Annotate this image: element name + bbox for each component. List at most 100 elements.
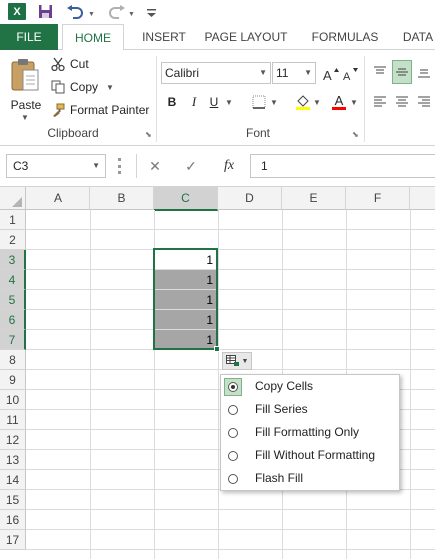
align-left-button[interactable] [372,92,388,112]
tab-formulas[interactable]: FORMULAS [305,24,385,50]
row-header-17[interactable]: 17 [0,530,26,550]
borders-button[interactable] [251,92,267,112]
row-header-10[interactable]: 10 [0,390,26,410]
borders-dropdown-icon[interactable]: ▼ [270,92,278,112]
middle-align-button[interactable] [392,60,412,84]
row-header-12[interactable]: 12 [0,430,26,450]
select-all-button[interactable] [0,187,26,210]
cut-button[interactable]: Cut [50,54,89,74]
cell-c7[interactable]: 1 [155,330,217,349]
paste-dropdown-icon[interactable]: ▼ [21,113,29,122]
row-header-6[interactable]: 6 [0,310,26,330]
column-header-f[interactable]: F [346,187,410,210]
menu-item-label: Fill Without Formatting [255,448,376,462]
row-header-9[interactable]: 9 [0,370,26,390]
undo-dropdown-icon[interactable]: ▼ [88,6,95,23]
customize-icon[interactable] [146,4,156,21]
font-name-value: Calibri [165,66,200,80]
radio-copy-cells[interactable] [224,378,242,396]
column-header-c[interactable]: C [154,187,218,211]
column-header-e[interactable]: E [282,187,346,210]
underline-button[interactable]: U [206,92,222,112]
insert-function-icon[interactable]: fx [218,156,240,176]
name-box-dropdown-icon[interactable]: ▼ [92,155,100,177]
enter-icon[interactable]: ✓ [182,156,200,176]
grow-font-button[interactable]: A [322,64,340,84]
row-header-13[interactable]: 13 [0,450,26,470]
menu-item-flash-fill[interactable]: Flash Fill [221,468,399,490]
font-name-dropdown-icon[interactable]: ▼ [259,63,267,83]
tab-data[interactable]: DATA [393,24,435,50]
undo-icon[interactable] [66,3,84,20]
paste-button[interactable]: Paste ▼ [4,56,48,122]
gridline [26,329,435,330]
menu-item-fill-series[interactable]: Fill Series [221,399,399,421]
row-header-15[interactable]: 15 [0,490,26,510]
bottom-align-button[interactable] [416,62,432,82]
format-painter-icon [50,102,66,118]
italic-button[interactable]: I [186,92,202,112]
copy-button[interactable]: Copy ▼ [50,77,114,97]
font-size-combo[interactable]: 11 ▼ [272,62,316,84]
cell-c4[interactable]: 1 [155,270,217,289]
row-header-3[interactable]: 3 [0,250,26,270]
cancel-icon[interactable]: ✕ [146,156,164,176]
clipboard-launcher-icon[interactable]: ⬊ [145,130,152,139]
row-header-11[interactable]: 11 [0,410,26,430]
font-color-dropdown-icon[interactable]: ▼ [350,92,358,112]
fill-color-dropdown-icon[interactable]: ▼ [313,92,321,112]
cell-c5[interactable]: 1 [155,290,217,309]
row-header-8[interactable]: 8 [0,350,26,370]
redo-dropdown-icon[interactable]: ▼ [128,6,135,23]
save-icon[interactable] [38,3,53,20]
tab-home[interactable]: HOME [62,24,124,51]
column-header-b[interactable]: B [90,187,154,210]
underline-dropdown-icon[interactable]: ▼ [225,92,233,112]
font-size-dropdown-icon[interactable]: ▼ [304,63,312,83]
tab-page-layout[interactable]: PAGE LAYOUT [198,24,294,50]
shrink-font-button[interactable]: A [342,64,360,84]
menu-item-copy-cells[interactable]: Copy Cells [221,376,399,398]
cell-c6[interactable]: 1 [155,310,217,329]
fill-color-button[interactable] [294,92,312,112]
fill-handle[interactable] [214,346,220,352]
top-align-button[interactable] [372,62,388,82]
menu-item-label: Copy Cells [255,379,314,393]
gridline [26,529,435,530]
radio-fill-without-formatting[interactable] [224,447,242,465]
radio-fill-formatting-only[interactable] [224,424,242,442]
redo-icon[interactable] [108,3,126,20]
cell-c3[interactable]: 1 [155,250,217,269]
radio-fill-series[interactable] [224,401,242,419]
font-color-button[interactable]: A [330,92,348,112]
row-header-14[interactable]: 14 [0,470,26,490]
formula-bar-grip-icon[interactable] [118,158,121,174]
tab-file[interactable]: FILE [0,24,58,50]
gridline [26,229,435,230]
row-header-4[interactable]: 4 [0,270,26,290]
bold-button[interactable]: B [164,92,180,112]
tab-insert[interactable]: INSERT [134,24,194,50]
font-color-swatch [332,107,346,110]
row-header-2[interactable]: 2 [0,230,26,250]
font-name-combo[interactable]: Calibri ▼ [161,62,271,84]
menu-item-fill-without-formatting[interactable]: Fill Without Formatting [221,445,399,467]
align-right-button[interactable] [416,92,432,112]
worksheet-grid[interactable]: A B C D E F 1 2 3 4 5 6 7 8 9 10 11 12 1… [0,186,435,559]
row-header-5[interactable]: 5 [0,290,26,310]
menu-item-fill-formatting-only[interactable]: Fill Formatting Only [221,422,399,444]
formula-input[interactable]: 1 [250,154,435,178]
gridline [26,309,435,310]
copy-dropdown-icon[interactable]: ▼ [106,83,114,92]
row-header-1[interactable]: 1 [0,210,26,230]
column-header-a[interactable]: A [27,187,90,210]
column-header-d[interactable]: D [218,187,282,210]
row-header-7[interactable]: 7 [0,330,26,350]
radio-flash-fill[interactable] [224,470,242,488]
format-painter-button[interactable]: Format Painter [50,100,149,120]
name-box[interactable]: C3 ▼ [6,154,106,178]
row-header-16[interactable]: 16 [0,510,26,530]
font-launcher-icon[interactable]: ⬊ [352,130,359,139]
auto-fill-options-button[interactable]: ▼ [222,352,252,370]
align-center-button[interactable] [394,92,410,112]
